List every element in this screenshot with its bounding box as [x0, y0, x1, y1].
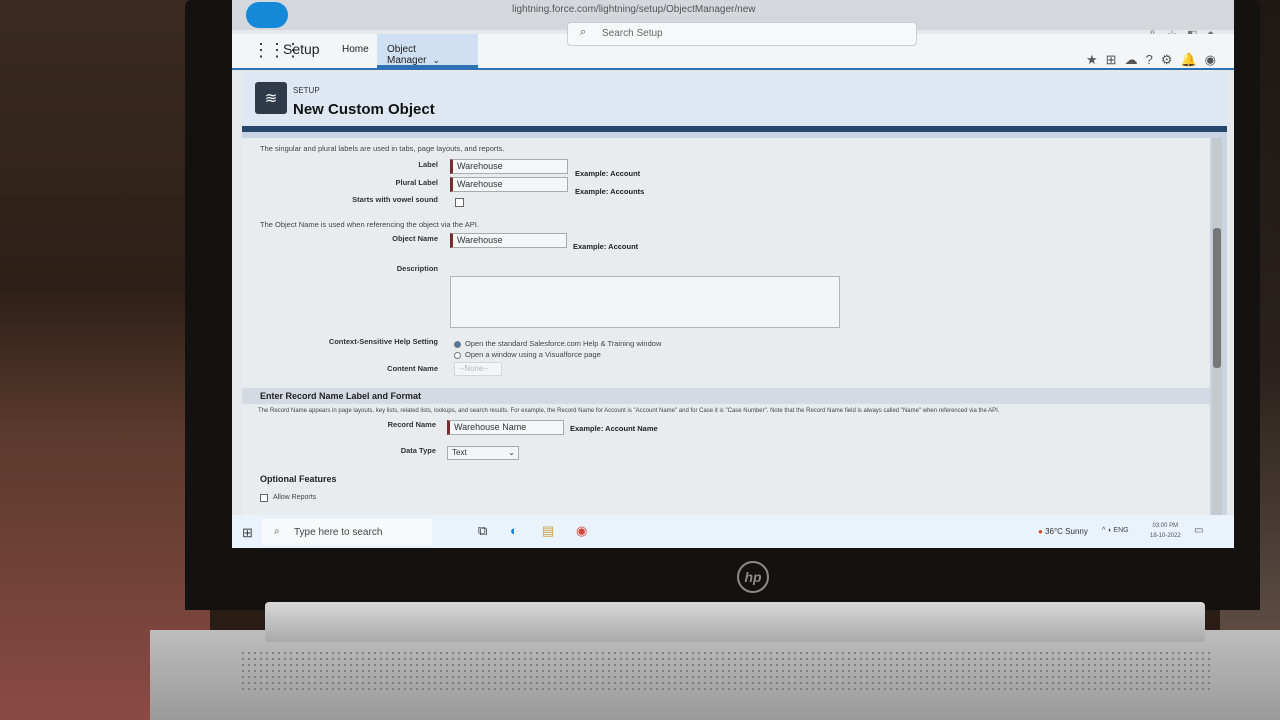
search-icon: ⌕: [274, 526, 280, 537]
search-icon: ⌕: [580, 26, 587, 38]
add-icon[interactable]: ⊞: [1106, 52, 1117, 68]
record-name-label: Record Name: [387, 420, 436, 429]
trailhead-icon[interactable]: ☁: [1125, 52, 1138, 68]
plural-label-example: Example: Accounts: [575, 187, 645, 196]
notification-bell-icon[interactable]: 🔔: [1180, 52, 1196, 68]
label-field-label: Label: [418, 160, 438, 169]
allow-reports-label: Allow Reports: [273, 494, 317, 501]
page-title: New Custom Object: [293, 101, 435, 118]
speaker-grill: [240, 650, 1210, 690]
background-wall: [0, 0, 210, 720]
help-option-standard[interactable]: Open the standard Salesforce.com Help & …: [454, 339, 661, 348]
file-explorer-icon[interactable]: ▤: [542, 523, 554, 539]
labels-note: The singular and plural labels are used …: [260, 144, 505, 153]
laptop-screen: lightning.force.com/lightning/setup/Obje…: [232, 0, 1234, 548]
chrome-icon[interactable]: ◉: [576, 523, 587, 539]
record-name-note: The Record Name appears in page layouts,…: [258, 408, 1000, 414]
setup-search-input[interactable]: ⌕ Search Setup: [567, 22, 917, 46]
page-body: ≋ SETUP New Custom Object The singular a…: [242, 72, 1227, 532]
data-type-select[interactable]: Text ⌄: [447, 446, 519, 460]
tab-home[interactable]: Home: [332, 34, 379, 68]
record-name-input[interactable]: Warehouse Name: [447, 420, 564, 435]
plural-label-input[interactable]: Warehouse: [450, 177, 568, 192]
radio-icon[interactable]: [454, 351, 461, 359]
record-name-section-header: Enter Record Name Label and Format: [242, 388, 1210, 404]
taskbar-clock[interactable]: 03:00 PM 18-10-2022: [1150, 521, 1181, 541]
system-tray[interactable]: ^ ◖ ENG: [1102, 527, 1129, 534]
data-type-label: Data Type: [400, 446, 436, 455]
app-name: Setup: [283, 41, 320, 57]
optional-features-header: Optional Features: [260, 474, 337, 484]
chevron-down-icon: ⌄: [508, 448, 515, 457]
object-name-input[interactable]: Warehouse: [450, 233, 567, 248]
favorites-star-icon[interactable]: ★: [1086, 52, 1098, 68]
task-view-icon[interactable]: ⧉: [478, 523, 487, 539]
description-label: Description: [396, 264, 438, 273]
header-utility-icons: ★ ⊞ ☁ ? ⚙ 🔔 ◉: [1086, 52, 1216, 68]
edge-icon[interactable]: ◐: [510, 523, 518, 538]
weather-widget[interactable]: ● 36°C Sunny: [1038, 527, 1088, 536]
page-scrollbar[interactable]: [1212, 138, 1222, 532]
vowel-sound-label: Starts with vowel sound: [352, 195, 438, 204]
description-textarea[interactable]: [450, 276, 840, 328]
plural-label-field-label: Plural Label: [395, 178, 438, 187]
laptop-hinge: [265, 602, 1205, 642]
page-header: ≋ SETUP New Custom Object: [242, 72, 1227, 132]
salesforce-logo[interactable]: [246, 2, 288, 28]
weather-icon: ●: [1038, 527, 1043, 536]
content-name-select[interactable]: --None--: [454, 362, 502, 376]
help-setting-label: Context-Sensitive Help Setting: [328, 337, 438, 346]
windows-taskbar: ⊞ ⌕ Type here to search ⧉ ◐ ▤ ◉ ● 36°C S…: [232, 515, 1234, 548]
chevron-down-icon[interactable]: ⌄: [432, 55, 440, 65]
gear-icon[interactable]: ⚙: [1161, 52, 1173, 68]
avatar[interactable]: ◉: [1205, 52, 1216, 68]
help-option-visualforce[interactable]: Open a window using a Visualforce page: [454, 350, 601, 359]
hp-logo: hp: [737, 561, 769, 593]
object-name-label: Object Name: [392, 234, 438, 243]
address-bar[interactable]: lightning.force.com/lightning/setup/Obje…: [512, 4, 755, 15]
scrollbar-thumb[interactable]: [1213, 228, 1221, 368]
allow-reports-checkbox[interactable]: [260, 494, 268, 502]
layers-icon: ≋: [255, 82, 287, 114]
label-example: Example: Account: [575, 169, 641, 178]
object-name-example: Example: Account: [573, 242, 639, 251]
record-name-example: Example: Account Name: [570, 424, 658, 433]
notification-center-icon[interactable]: ▭: [1194, 525, 1203, 536]
taskbar-search-input[interactable]: ⌕ Type here to search: [262, 519, 432, 545]
label-input[interactable]: Warehouse: [450, 159, 568, 174]
radio-selected-icon[interactable]: [454, 340, 461, 348]
tab-object-manager[interactable]: Object Manager ⌄: [377, 34, 478, 68]
help-icon[interactable]: ?: [1146, 52, 1153, 68]
page-eyebrow: SETUP: [293, 86, 320, 95]
content-name-label: Content Name: [387, 364, 438, 373]
api-note: The Object Name is used when referencing…: [260, 220, 479, 229]
custom-object-form: The singular and plural labels are used …: [242, 138, 1210, 532]
windows-start-icon[interactable]: ⊞: [242, 525, 253, 541]
vowel-sound-checkbox[interactable]: [455, 198, 464, 207]
